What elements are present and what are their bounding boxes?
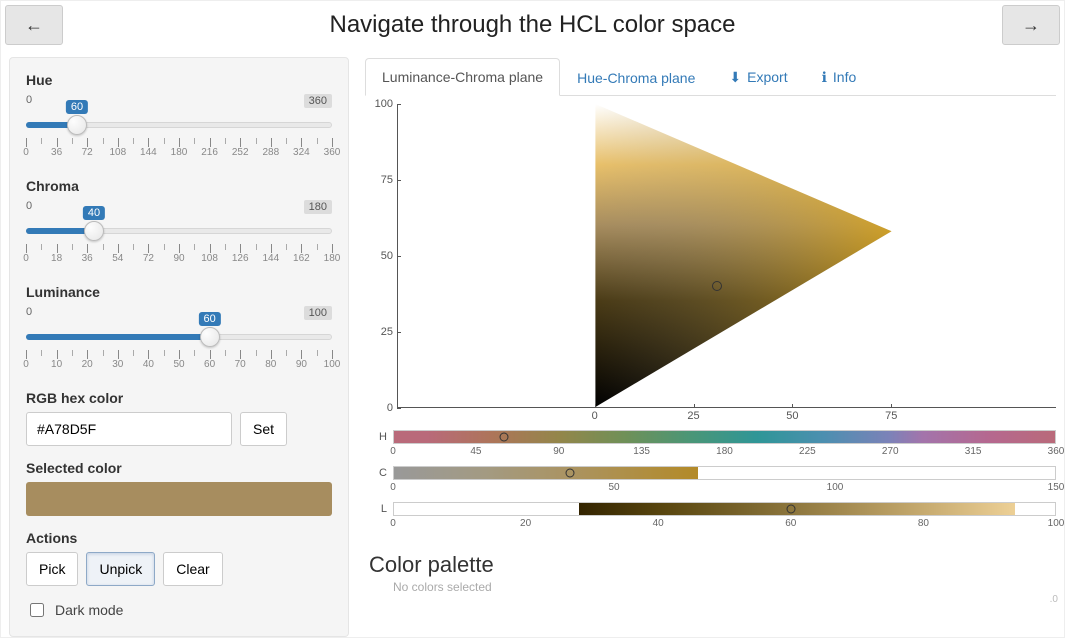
chroma-strip[interactable] (393, 466, 1056, 480)
darkmode-checkbox[interactable] (30, 603, 44, 617)
tab-export[interactable]: ⬇Export (712, 58, 804, 96)
chroma-max: 180 (304, 200, 332, 214)
chroma-label: Chroma (26, 178, 332, 194)
unpick-button[interactable]: Unpick (86, 552, 155, 586)
hue-max: 360 (304, 94, 332, 108)
origin-label: .0 (1050, 594, 1058, 605)
hue-thumb[interactable] (67, 115, 87, 135)
luminance-label: Luminance (26, 284, 332, 300)
set-hex-button[interactable]: Set (240, 412, 287, 446)
darkmode-label: Dark mode (55, 602, 123, 618)
info-icon: ℹ (822, 69, 827, 85)
download-icon: ⬇ (729, 69, 741, 85)
luminance-value-badge: 60 (198, 312, 220, 326)
chroma-value-badge: 40 (83, 206, 105, 220)
palette-empty: No colors selected (393, 580, 1056, 594)
selected-color-swatch (26, 482, 332, 516)
hue-strip[interactable] (393, 430, 1056, 444)
prev-button[interactable]: ← (5, 5, 63, 45)
c-strip-label: C (369, 467, 387, 479)
tab-info[interactable]: ℹInfo (805, 58, 874, 96)
darkmode-row[interactable]: Dark mode (26, 600, 332, 620)
arrow-right-icon: → (1022, 15, 1040, 36)
chroma-thumb[interactable] (84, 221, 104, 241)
luminance-max: 100 (304, 306, 332, 320)
sidebar: Hue 0 360 60 036721081441802162522883243… (9, 57, 349, 637)
chroma-slider[interactable]: 40 (26, 220, 332, 242)
next-button[interactable]: → (1002, 5, 1060, 45)
hue-slider-block: Hue 0 360 60 036721081441802162522883243… (26, 72, 332, 160)
luminance-slider-block: Luminance 0 100 60 010203040506070809010… (26, 284, 332, 372)
hex-label: RGB hex color (26, 390, 332, 406)
luminance-min: 0 (26, 306, 32, 320)
selected-color-label: Selected color (26, 460, 332, 476)
lc-plot[interactable]: 0255075100 (369, 104, 1056, 424)
hue-label: Hue (26, 72, 332, 88)
chroma-slider-block: Chroma 0 180 40 018365472901081261441621… (26, 178, 332, 266)
luminance-slider[interactable]: 60 (26, 326, 332, 348)
hue-strip-marker[interactable] (500, 433, 509, 442)
tabs: Luminance-Chroma plane Hue-Chroma plane … (365, 57, 1056, 96)
h-strip-label: H (369, 431, 387, 443)
tab-luminance-chroma[interactable]: Luminance-Chroma plane (365, 58, 560, 96)
palette-heading: Color palette (369, 552, 1056, 578)
hex-input[interactable] (26, 412, 232, 446)
chroma-strip-marker[interactable] (566, 469, 575, 478)
actions-label: Actions (26, 530, 332, 546)
tab-hue-chroma[interactable]: Hue-Chroma plane (560, 59, 712, 96)
hue-slider[interactable]: 60 (26, 114, 332, 136)
arrow-left-icon: ← (25, 15, 43, 36)
luminance-thumb[interactable] (200, 327, 220, 347)
pick-button[interactable]: Pick (26, 552, 78, 586)
hue-value-badge: 60 (66, 100, 88, 114)
page-title: Navigate through the HCL color space (67, 11, 998, 39)
chroma-min: 0 (26, 200, 32, 214)
l-strip-label: L (369, 503, 387, 515)
hue-min: 0 (26, 94, 32, 108)
luminance-strip-marker[interactable] (786, 505, 795, 514)
plot-marker[interactable] (712, 281, 722, 291)
luminance-strip[interactable] (393, 502, 1056, 516)
clear-button[interactable]: Clear (163, 552, 222, 586)
